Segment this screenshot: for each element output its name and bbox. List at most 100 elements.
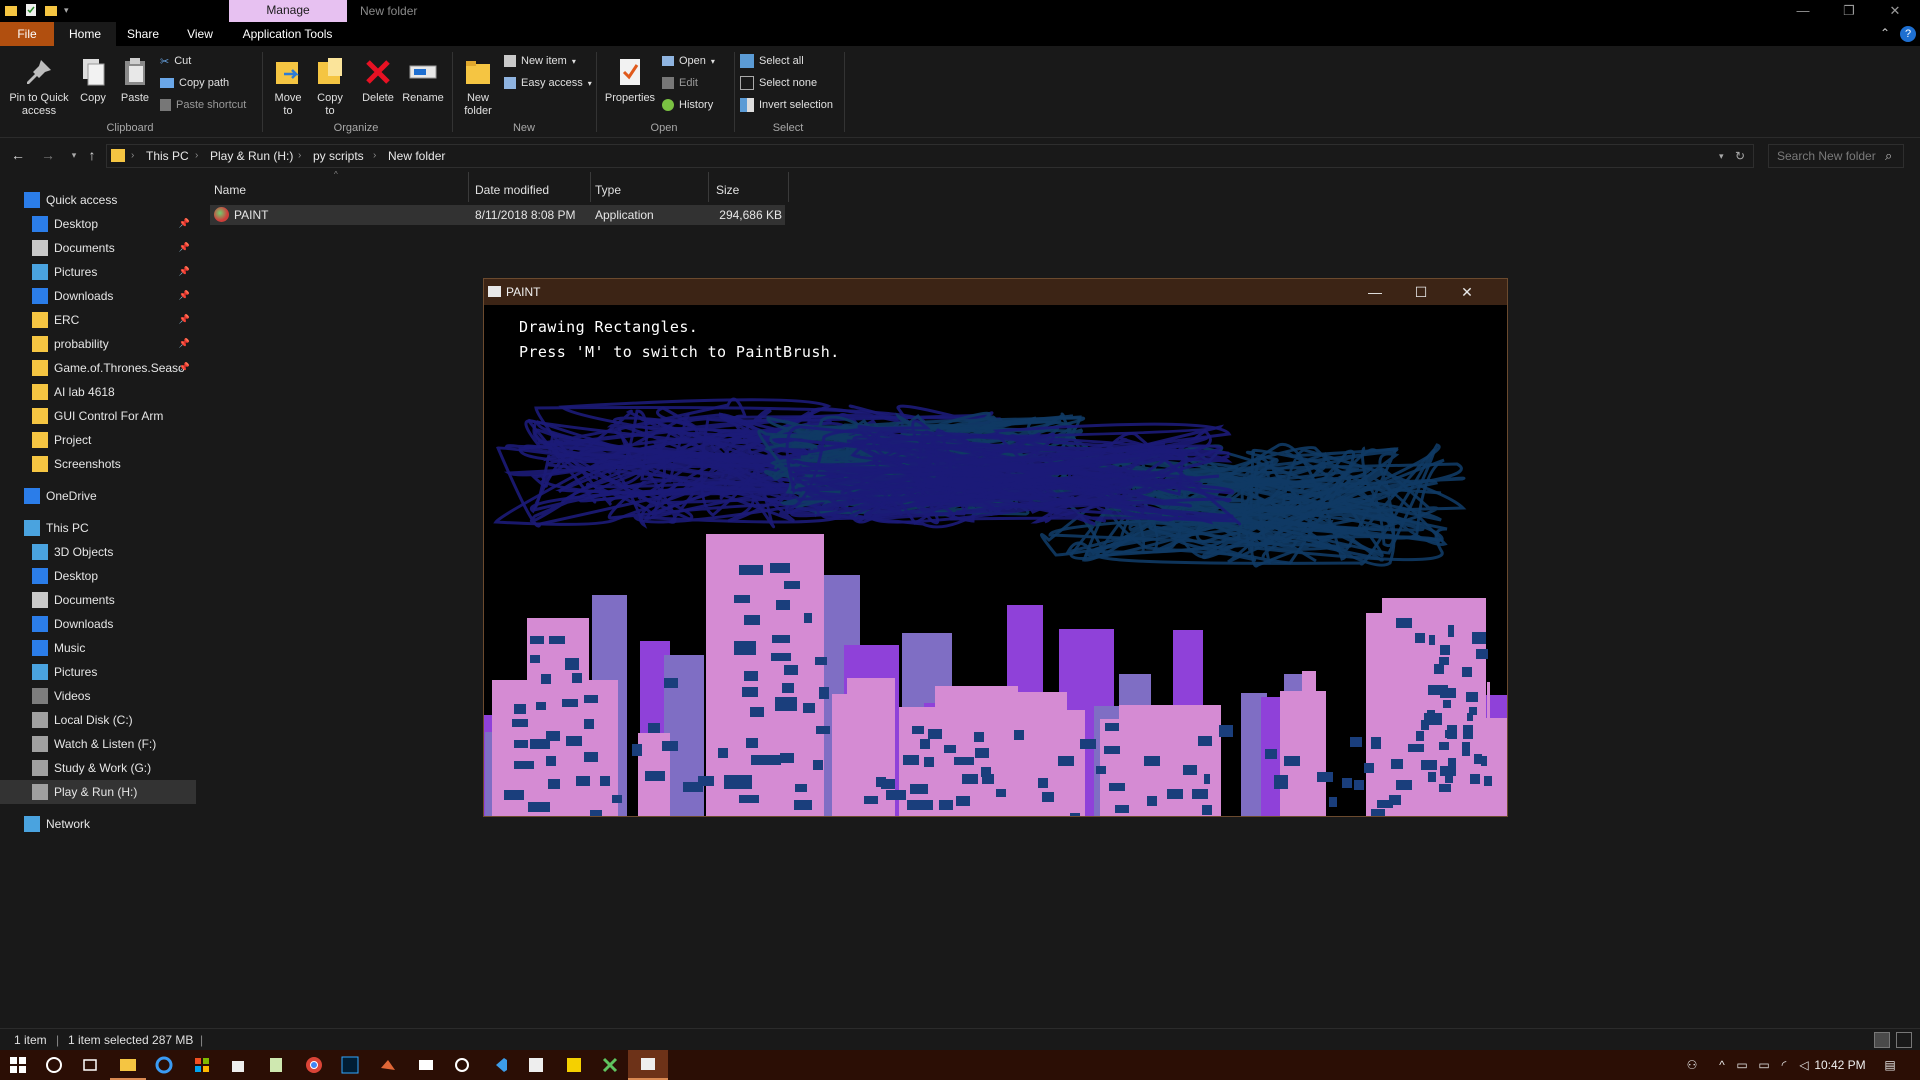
nav-item-3d-objects[interactable]: 3D Objects [0, 540, 196, 564]
nav-item-videos[interactable]: Videos [0, 684, 196, 708]
large-icons-view-icon[interactable] [1896, 1032, 1912, 1048]
nav-item-project[interactable]: Project [0, 428, 196, 452]
delete-button[interactable]: Delete [358, 56, 398, 105]
manage-context-tab[interactable]: Manage [229, 0, 347, 22]
new-item-button[interactable]: New item ▾ [504, 52, 576, 70]
new-folder-icon[interactable] [44, 3, 58, 17]
taskbar-excel-x[interactable] [592, 1050, 628, 1080]
taskbar-vscode[interactable] [482, 1050, 518, 1080]
wifi-icon[interactable]: ◜ [1776, 1057, 1792, 1073]
nav-item-screenshots[interactable]: Screenshots [0, 452, 196, 476]
clock[interactable]: 10:42 PM [1800, 1050, 1880, 1080]
paint-canvas[interactable]: Drawing Rectangles. Press 'M' to switch … [484, 305, 1507, 816]
copy-button[interactable]: Copy [76, 56, 110, 105]
nav-item-desktop[interactable]: Desktop 📌 [0, 212, 196, 236]
nav-item-music[interactable]: Music [0, 636, 196, 660]
cortana-button[interactable] [36, 1050, 72, 1080]
nav-item-documents[interactable]: Documents 📌 [0, 236, 196, 260]
nav-item-local-disk-c[interactable]: Local Disk (C:) [0, 708, 196, 732]
restore-button[interactable]: ❐ [1826, 0, 1872, 22]
taskbar-notepad[interactable] [258, 1050, 294, 1080]
search-box[interactable]: Search New folder ⌕ [1768, 144, 1904, 168]
nav-item-probability[interactable]: probability 📌 [0, 332, 196, 356]
recent-locations-chevron-icon[interactable]: ▾ [66, 147, 82, 163]
paste-shortcut-button[interactable]: Paste shortcut [160, 96, 246, 114]
taskbar-windows-store-tiles[interactable] [184, 1050, 220, 1080]
tab-file[interactable]: File [0, 22, 54, 46]
move-to-button[interactable]: Move to [270, 56, 306, 118]
column-separator[interactable] [708, 172, 709, 202]
cut-button[interactable]: ✂ Cut [160, 52, 191, 70]
nav-item-pictures[interactable]: Pictures 📌 [0, 260, 196, 284]
copy-to-button[interactable]: Copy to [312, 56, 348, 118]
paint-maximize-button[interactable]: ☐ [1398, 279, 1444, 305]
rename-button[interactable]: Rename [402, 56, 444, 105]
breadcrumb-py-scripts[interactable]: py scripts [313, 145, 364, 167]
details-view-icon[interactable] [1874, 1032, 1890, 1048]
breadcrumb-drive[interactable]: Play & Run (H:) [210, 145, 293, 167]
edit-button[interactable]: Edit [662, 74, 698, 92]
action-center-icon[interactable]: ▤ [1882, 1057, 1898, 1073]
column-separator[interactable] [468, 172, 469, 202]
select-all-button[interactable]: Select all [740, 52, 804, 70]
nav-item-this-pc[interactable]: This PC [0, 516, 196, 540]
nav-item-onedrive[interactable]: OneDrive [0, 484, 196, 508]
taskbar-mail[interactable] [408, 1050, 444, 1080]
easy-access-button[interactable]: Easy access ▾ [504, 74, 592, 92]
address-bar[interactable]: › This PC › Play & Run (H:) › py scripts… [106, 144, 1754, 168]
tab-share[interactable]: Share [118, 22, 168, 46]
help-icon[interactable]: ? [1900, 26, 1916, 42]
invert-selection-button[interactable]: Invert selection [740, 96, 833, 114]
taskbar-onenote[interactable] [518, 1050, 554, 1080]
nav-item-downloads[interactable]: Downloads [0, 612, 196, 636]
taskbar-matlab[interactable] [370, 1050, 406, 1080]
history-button[interactable]: History [662, 96, 713, 114]
taskbar-photoshop[interactable] [332, 1050, 368, 1080]
column-separator[interactable] [590, 172, 591, 202]
nav-item-network[interactable]: Network [0, 812, 196, 836]
tab-application-tools[interactable]: Application Tools [230, 22, 345, 46]
nav-item-downloads[interactable]: Downloads 📌 [0, 284, 196, 308]
minimize-button[interactable]: — [1780, 0, 1826, 22]
task-view-button[interactable] [72, 1050, 108, 1080]
column-header-name[interactable]: Name [214, 178, 246, 202]
nav-item-pictures[interactable]: Pictures [0, 660, 196, 684]
nav-item-erc[interactable]: ERC 📌 [0, 308, 196, 332]
nav-item-desktop[interactable]: Desktop [0, 564, 196, 588]
properties-icon[interactable] [24, 3, 38, 17]
address-dropdown-chevron-icon[interactable]: ▾ [1719, 145, 1724, 167]
start-button[interactable] [0, 1050, 36, 1080]
taskbar-chrome[interactable] [296, 1050, 332, 1080]
select-none-button[interactable]: Select none [740, 74, 817, 92]
paint-title-bar[interactable]: PAINT — ☐ ✕ [484, 279, 1507, 305]
paste-button[interactable]: Paste [116, 56, 154, 105]
tab-home[interactable]: Home [54, 22, 116, 46]
search-icon[interactable]: ⌕ [1885, 148, 1892, 164]
taskbar-settings[interactable] [444, 1050, 480, 1080]
show-hidden-icons-chevron-icon[interactable]: ^ [1714, 1057, 1730, 1073]
column-header-date-modified[interactable]: Date modified [475, 178, 549, 202]
taskbar-store[interactable] [220, 1050, 256, 1080]
back-arrow-icon[interactable]: ← [10, 147, 26, 163]
close-button[interactable]: ✕ [1872, 0, 1918, 22]
pin-to-quick-access-button[interactable]: Pin to Quick access [4, 56, 74, 118]
refresh-icon[interactable]: ↻ [1735, 145, 1745, 167]
taskbar-sticky-notes[interactable] [556, 1050, 592, 1080]
tab-view[interactable]: View [170, 22, 230, 46]
forward-arrow-icon[interactable]: → [40, 147, 56, 163]
breadcrumb-this-pc[interactable]: This PC [146, 145, 189, 167]
nav-item-quick-access[interactable]: Quick access [0, 188, 196, 212]
paint-minimize-button[interactable]: — [1352, 279, 1398, 305]
properties-button[interactable]: Properties [602, 56, 658, 105]
column-header-type[interactable]: Type [595, 178, 621, 202]
tray-app-icon[interactable]: ▭ [1734, 1057, 1750, 1073]
new-folder-button[interactable]: New folder [458, 56, 498, 118]
nav-item-watch-listen-f[interactable]: Watch & Listen (F:) [0, 732, 196, 756]
copy-path-button[interactable]: Copy path [160, 74, 229, 92]
column-separator[interactable] [788, 172, 789, 202]
chevron-down-icon[interactable]: ▾ [64, 3, 78, 17]
nav-item-study-work-g[interactable]: Study & Work (G:) [0, 756, 196, 780]
column-header-size[interactable]: Size [716, 178, 739, 202]
up-arrow-icon[interactable]: ↑ [84, 147, 100, 163]
nav-item-game-of-thrones-seaso[interactable]: Game.of.Thrones.Seaso 📌 [0, 356, 196, 380]
